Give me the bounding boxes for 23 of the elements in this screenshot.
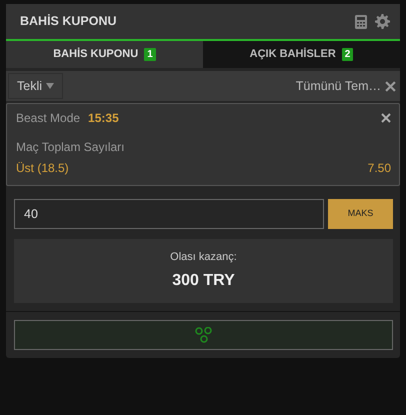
event-time: 15:35: [88, 110, 119, 127]
odds-value: 7.50: [368, 160, 391, 177]
clear-all-link[interactable]: Tümünü Tem…: [296, 76, 381, 96]
tab[interactable]: AÇIK BAHİSLER 2: [203, 41, 400, 68]
potential-win-label: Olası kazanç:: [170, 250, 237, 265]
calculator-icon[interactable]: [355, 14, 367, 28]
event-name: Beast Mode: [16, 110, 80, 127]
selection-name: Üst (18.5): [16, 160, 69, 177]
market-name: Maç Toplam Sayıları: [16, 140, 124, 154]
max-button[interactable]: MAKS: [328, 199, 393, 229]
count-badge: 2: [342, 48, 354, 61]
potential-win-amount: 300 TRY: [172, 271, 235, 292]
place-bet-button[interactable]: [14, 320, 393, 350]
spinner-icon: [194, 327, 212, 343]
close-icon[interactable]: [385, 80, 396, 92]
caret-icon: [46, 83, 54, 89]
stake-input[interactable]: 40: [14, 199, 324, 229]
tab[interactable]: BAHİS KUPONU 1: [6, 41, 203, 68]
settings-icon[interactable]: [375, 14, 390, 29]
bet-type-dropdown[interactable]: Tekli: [8, 73, 64, 99]
close-icon[interactable]: [381, 113, 391, 123]
count-badge: 1: [144, 48, 156, 61]
panel-title: BAHİS KUPONU: [20, 13, 117, 30]
